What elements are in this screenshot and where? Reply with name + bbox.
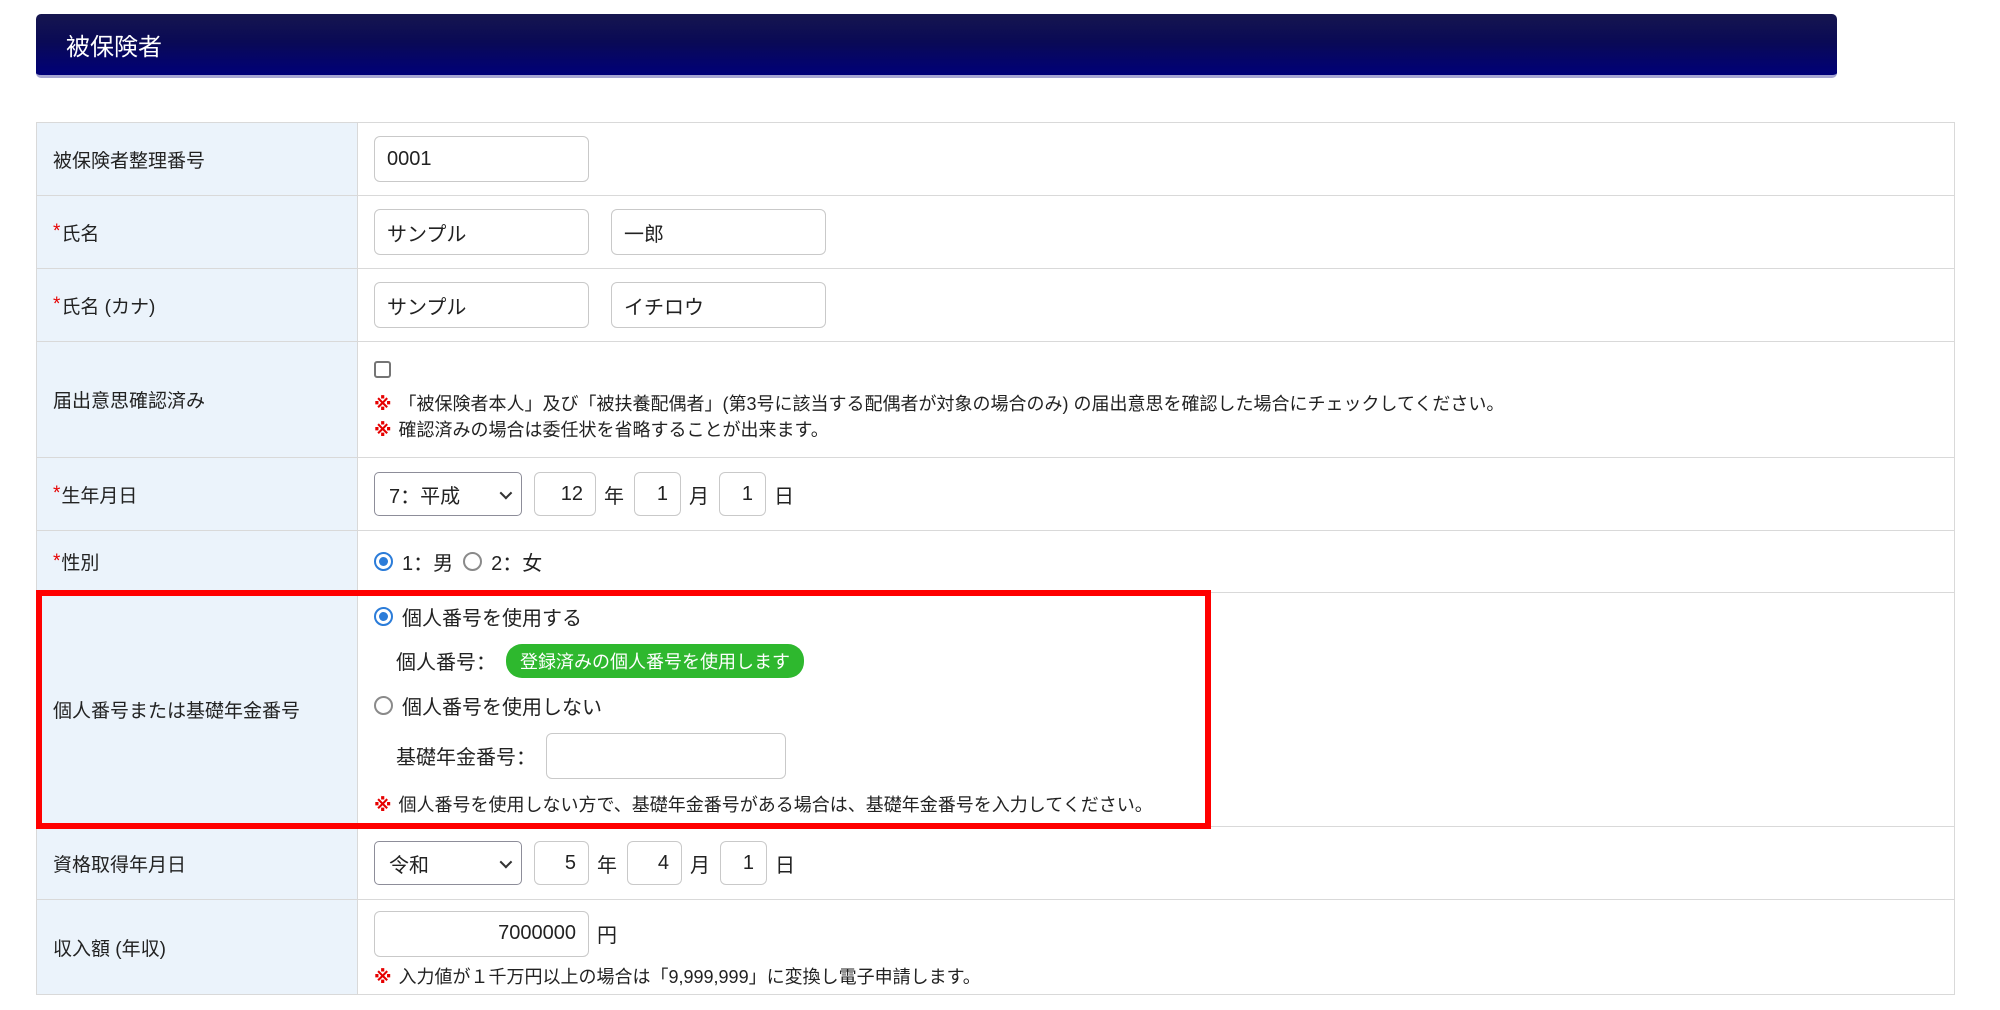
use-personal-number-option[interactable]: 個人番号を使用する: [374, 602, 582, 631]
pension-number-line: 基礎年金番号：: [396, 732, 786, 779]
insured-number-input[interactable]: [374, 136, 589, 182]
income-cell: 円 ※入力値が１千万円以上の場合は「9,999,999」に変換し電子申請します。: [358, 900, 1954, 994]
radio-unselected-icon[interactable]: [463, 552, 483, 571]
gender-option-female[interactable]: 2：女: [463, 547, 542, 576]
insured-person-form: 被保険者整理番号 * 氏名 * 氏名 (カナ): [36, 122, 1955, 995]
income-input[interactable]: [374, 910, 589, 957]
required-mark: *: [53, 483, 61, 504]
required-mark: *: [53, 550, 61, 572]
section-header: 被保険者: [36, 14, 1837, 78]
note-marker: ※: [374, 966, 392, 987]
personal-number-sublabel: 個人番号：: [396, 652, 496, 674]
note-marker: ※: [374, 794, 392, 815]
birth-date-label: * 生年月日: [37, 458, 358, 530]
row-income: 収入額 (年収) 円 ※入力値が１千万円以上の場合は「9,999,999」に変換…: [37, 900, 1954, 994]
family-name-input[interactable]: [374, 209, 589, 255]
given-name-input[interactable]: [611, 209, 826, 255]
note-marker: ※: [374, 393, 392, 414]
note-line: ※ 確認済みの場合は委任状を省略することが出来ます。: [374, 419, 829, 440]
income-label: 収入額 (年収): [37, 900, 358, 994]
day-unit: 日: [774, 485, 794, 508]
note-marker: ※: [374, 419, 392, 440]
radio-selected-icon[interactable]: [374, 606, 393, 626]
pension-number-input[interactable]: [546, 732, 786, 779]
pension-number-sublabel: 基礎年金番号：: [396, 747, 536, 769]
gender-label: * 性別: [37, 531, 358, 592]
acquisition-day-input[interactable]: [720, 841, 767, 885]
note-line: ※ 「被保険者本人」及び「被扶養配偶者」(第3号に該当する配偶者が対象の場合のみ)…: [374, 393, 1505, 414]
radio-unselected-icon[interactable]: [374, 695, 393, 715]
birth-era-select[interactable]: 7：平成: [374, 472, 522, 516]
not-use-personal-number-option[interactable]: 個人番号を使用しない: [374, 691, 602, 720]
name-cell: [358, 196, 1954, 268]
radio-selected-icon[interactable]: [374, 552, 393, 571]
chevron-down-icon: [499, 486, 513, 499]
row-intent-confirmed: 届出意思確認済み ※ 「被保険者本人」及び「被扶養配偶者」(第3号に該当する配偶者…: [37, 342, 1954, 458]
given-name-kana-input[interactable]: [611, 282, 826, 328]
note-line: ※ 入力値が１千万円以上の場合は「9,999,999」に変換し電子申請します。: [374, 966, 981, 987]
personal-number-line: 個人番号： 登録済みの個人番号を使用します: [396, 643, 804, 678]
month-unit: 月: [690, 854, 710, 877]
birth-year-input[interactable]: [534, 472, 596, 516]
intent-confirmed-label: 届出意思確認済み: [37, 342, 358, 457]
intent-confirmed-checkbox[interactable]: [374, 360, 391, 378]
name-label: * 氏名: [37, 196, 358, 268]
birth-day-input[interactable]: [719, 472, 766, 516]
year-unit: 年: [597, 854, 617, 877]
day-unit: 日: [775, 854, 795, 877]
family-name-kana-input[interactable]: [374, 282, 589, 328]
intent-notes: ※ 「被保険者本人」及び「被扶養配偶者」(第3号に該当する配偶者が対象の場合のみ)…: [374, 391, 1504, 443]
yen-unit: 円: [597, 925, 617, 947]
name-kana-cell: [358, 269, 1954, 341]
acquisition-date-cell: 令和 年 月 日: [358, 827, 1954, 899]
year-unit: 年: [604, 485, 624, 508]
month-unit: 月: [689, 485, 709, 508]
personal-number-cell: 個人番号を使用する 個人番号： 登録済みの個人番号を使用します 個人番号を使用し…: [358, 593, 1954, 826]
intent-confirmed-cell: ※ 「被保険者本人」及び「被扶養配偶者」(第3号に該当する配偶者が対象の場合のみ)…: [358, 342, 1954, 457]
row-personal-number: 個人番号または基礎年金番号 個人番号を使用する 個人番号： 登録済みの個人番号を…: [36, 590, 1954, 829]
page-title: 被保険者: [66, 34, 162, 61]
row-birth-date: * 生年月日 7：平成 年 月 日: [37, 458, 1954, 531]
name-kana-label: * 氏名 (カナ): [37, 269, 358, 341]
acquisition-era-select[interactable]: 令和: [374, 841, 522, 885]
personal-number-status-badge: 登録済みの個人番号を使用します: [506, 643, 804, 678]
acquisition-year-input[interactable]: [534, 841, 589, 885]
row-gender: * 性別 1：男 2：女: [37, 531, 1954, 593]
row-name-kana: * 氏名 (カナ): [37, 269, 1954, 342]
chevron-down-icon: [499, 855, 513, 868]
acquisition-month-input[interactable]: [627, 841, 682, 885]
acquisition-date-label: 資格取得年月日: [37, 827, 358, 899]
birth-date-cell: 7：平成 年 月 日: [358, 458, 1954, 530]
insured-number-label: 被保険者整理番号: [37, 123, 358, 195]
row-name: * 氏名: [37, 196, 1954, 269]
birth-month-input[interactable]: [634, 472, 681, 516]
personal-number-label: 個人番号または基礎年金番号: [37, 593, 358, 826]
required-mark: *: [53, 221, 61, 242]
gender-cell: 1：男 2：女: [358, 531, 1954, 592]
note-line: ※ 個人番号を使用しない方で、基礎年金番号がある場合は、基礎年金番号を入力してくだ…: [374, 794, 1153, 815]
gender-option-male[interactable]: 1：男: [374, 547, 453, 576]
row-insured-number: 被保険者整理番号: [37, 123, 1954, 196]
row-acquisition-date: 資格取得年月日 令和 年 月 日: [37, 827, 1954, 900]
insured-number-cell: [358, 123, 1954, 195]
page: 被保険者 被保険者整理番号 * 氏名 *: [0, 0, 2000, 995]
required-mark: *: [53, 294, 61, 315]
